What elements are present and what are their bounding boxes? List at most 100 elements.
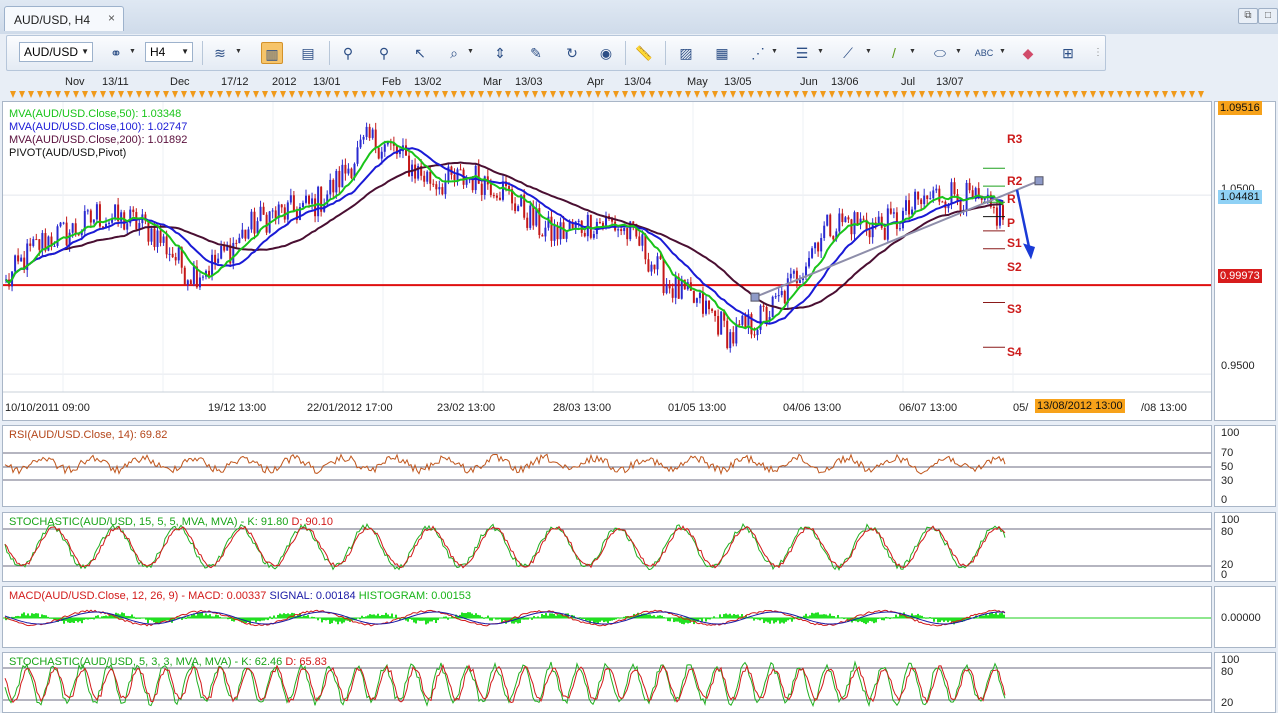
candle-body xyxy=(883,227,886,240)
stoch15-tick: 80 xyxy=(1221,526,1234,538)
line-chart-icon[interactable]: ▤ xyxy=(297,42,319,64)
event-marker xyxy=(946,91,952,98)
stoch5-panel[interactable]: STOCHASTIC(AUD/USD, 5, 3, 3, MVA, MVA) -… xyxy=(2,652,1212,713)
cursor-icon[interactable]: ↖ xyxy=(409,42,431,64)
stoch5-title: STOCHASTIC(AUD/USD, 5, 3, 3, MVA, MVA) - xyxy=(9,656,239,668)
chevron-down-icon[interactable]: ▼ xyxy=(129,48,136,55)
globe-icon[interactable]: ◉ xyxy=(595,42,617,64)
candle-body xyxy=(659,256,662,259)
object-tree-icon[interactable]: ⊞ xyxy=(1057,42,1079,64)
chevron-down-icon[interactable]: ▼ xyxy=(771,48,778,55)
symbol-select[interactable]: AUD/USD ▼ xyxy=(19,42,93,62)
chevron-down-icon[interactable]: ▼ xyxy=(865,48,872,55)
chevron-down-icon[interactable]: ▼ xyxy=(467,48,474,55)
zoom-out-icon[interactable]: ⚲ xyxy=(373,42,395,64)
arrow-head xyxy=(1023,243,1035,260)
toolbar-overflow-icon[interactable]: ⋮ xyxy=(1087,42,1109,64)
macd-histogram-bar xyxy=(203,615,205,619)
chevron-down-icon[interactable]: ▼ xyxy=(909,48,916,55)
macd-histogram-bar xyxy=(675,618,677,622)
macd-histogram-bar xyxy=(201,612,203,619)
macd-histogram-bar xyxy=(395,614,397,619)
macd-histogram-bar xyxy=(357,617,359,619)
candle-body xyxy=(92,219,95,223)
macd-histogram-bar xyxy=(541,613,543,619)
ruler-icon[interactable]: 📏 xyxy=(633,42,655,64)
pivot-label-r2: R2 xyxy=(1007,174,1023,188)
candlestick-icon[interactable]: ▥ xyxy=(261,42,283,64)
close-tab-icon[interactable]: × xyxy=(108,11,115,25)
fibonacci-icon[interactable]: ⋰ xyxy=(747,42,769,64)
macd-histogram-bar xyxy=(717,617,719,619)
macd-histogram-bar xyxy=(23,612,25,619)
macd-histogram-bar xyxy=(51,618,53,619)
macd-histogram-bar xyxy=(419,618,421,621)
macd-histogram-bar xyxy=(713,616,715,619)
date-axis-label: /08 13:00 xyxy=(1141,402,1187,414)
candle-body xyxy=(274,210,277,219)
timeframe-select[interactable]: H4 ▼ xyxy=(145,42,193,62)
event-marker xyxy=(883,91,889,98)
macd-histogram-bar xyxy=(421,618,423,621)
macd-histogram-bar xyxy=(393,617,395,619)
candle-body xyxy=(408,155,411,177)
template-icon[interactable]: ▦ xyxy=(711,42,733,64)
event-marker xyxy=(856,91,862,98)
edit-icon[interactable]: ✎ xyxy=(525,42,547,64)
candle-body xyxy=(844,217,847,223)
channel-icon[interactable]: ☰ xyxy=(791,42,813,64)
macd-histogram-bar xyxy=(471,613,473,619)
maximize-window-button[interactable]: □ xyxy=(1258,8,1278,24)
event-marker xyxy=(388,91,394,98)
candle-body xyxy=(698,292,701,299)
candle-body xyxy=(953,182,956,195)
price-scale[interactable]: 1.0500 0.9500 1.09516 1.04481 0.99973 xyxy=(1214,101,1276,421)
macd-histogram-bar xyxy=(391,613,393,619)
rsi-panel[interactable]: RSI(AUD/USD.Close, 14): 69.82 xyxy=(2,425,1212,507)
macd-histogram-bar xyxy=(475,613,477,619)
macd-histogram-bar xyxy=(919,615,921,619)
chevron-down-icon[interactable]: ▼ xyxy=(955,48,962,55)
ellipse-icon[interactable]: ⬭ xyxy=(929,42,951,64)
macd-histogram-bar xyxy=(39,616,41,619)
chevron-down-icon[interactable]: ▼ xyxy=(817,48,824,55)
link-icon[interactable]: ⚭ xyxy=(105,42,127,64)
rotate-icon[interactable]: ↻ xyxy=(561,42,583,64)
fit-icon[interactable]: ⇕ xyxy=(489,42,511,64)
line-icon[interactable]: / xyxy=(883,42,905,64)
trendline-icon[interactable]: ⟋ xyxy=(837,42,859,64)
picture-icon[interactable]: ▨ xyxy=(675,42,697,64)
stoch15-panel[interactable]: STOCHASTIC(AUD/USD, 15, 5, 5, MVA, MVA) … xyxy=(2,512,1212,582)
chevron-down-icon[interactable]: ▼ xyxy=(999,48,1006,55)
zoom-area-icon[interactable]: ⌕ xyxy=(443,42,465,64)
candle-body xyxy=(217,258,220,264)
event-marker xyxy=(982,91,988,98)
text-icon[interactable]: ABC xyxy=(973,42,995,64)
toolbar-separator xyxy=(625,41,626,65)
macd-histogram-bar xyxy=(579,617,581,619)
event-marker xyxy=(19,91,25,98)
macd-histogram-bar xyxy=(559,614,561,619)
candle-body xyxy=(492,195,495,197)
chevron-down-icon[interactable]: ▼ xyxy=(235,48,242,55)
chart-tab[interactable]: AUD/USD, H4 × xyxy=(4,6,124,31)
restore-window-button[interactable]: ⧉ xyxy=(1238,8,1258,24)
candle-body xyxy=(338,170,341,188)
macd-histogram-bar xyxy=(417,618,419,621)
macd-histogram-bar xyxy=(503,618,505,621)
macd-histogram-bar xyxy=(443,616,445,619)
macd-panel[interactable]: MACD(AUD/USD.Close, 12, 26, 9) - MACD: 0… xyxy=(2,586,1212,648)
zoom-in-icon[interactable]: ⚲ xyxy=(337,42,359,64)
macd-histogram-bar xyxy=(19,616,21,619)
price-chart-panel[interactable]: MVA(AUD/USD.Close,50): 1.03348 MVA(AUD/U… xyxy=(2,101,1212,421)
candle-body xyxy=(668,284,671,289)
candle-body xyxy=(774,296,777,298)
stoch5-legend: STOCHASTIC(AUD/USD, 5, 3, 3, MVA, MVA) -… xyxy=(9,656,327,669)
macd-histogram-bar xyxy=(1001,612,1003,619)
macd-histogram-bar xyxy=(259,618,261,622)
macd-histogram-bar xyxy=(885,616,887,619)
event-marker xyxy=(352,91,358,98)
bar-chart-icon[interactable]: ≋ xyxy=(209,42,231,64)
eraser-icon[interactable]: ◆ xyxy=(1017,42,1039,64)
macd-histogram-bar xyxy=(993,614,995,619)
